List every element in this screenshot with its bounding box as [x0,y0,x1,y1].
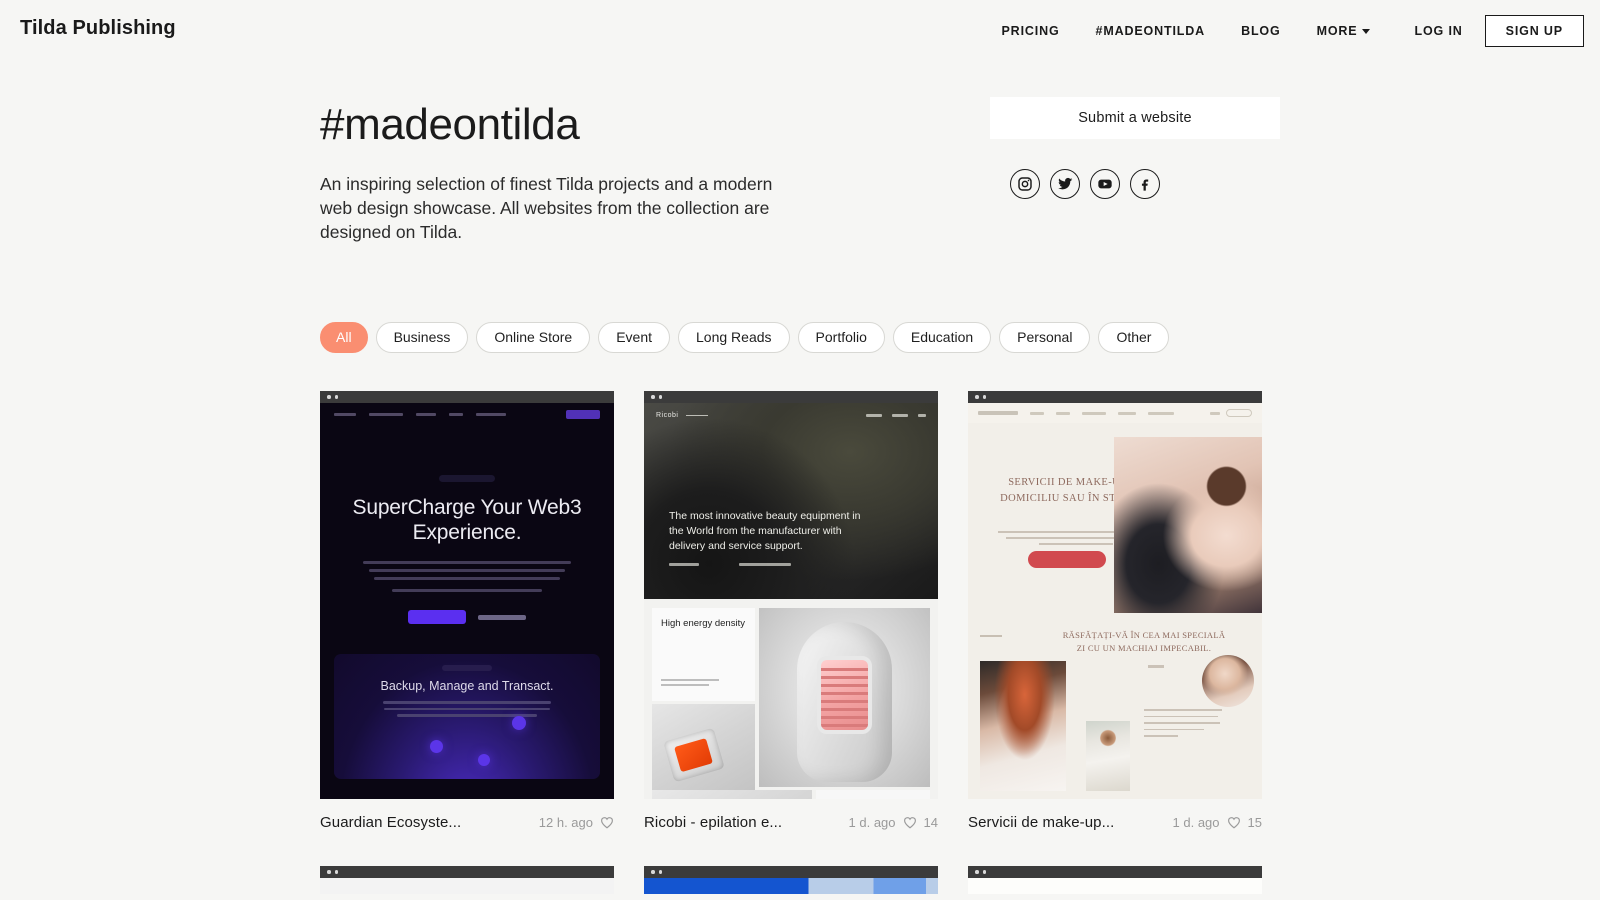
preview-feature1-label: High energy density [661,618,745,629]
page-body: #madeontilda An inspiring selection of f… [0,97,1600,894]
preview-section2-title: Backup, Manage and Transact. [380,679,554,694]
card-title: Guardian Ecosyste... [320,814,462,831]
card-title: Servicii de make-up... [968,814,1115,831]
browser-chrome-bar [644,391,938,403]
project-grid: SuperCharge Your Web3 Experience. Backup… [320,391,1280,831]
preview-feature-1: High energy density [652,608,755,701]
browser-chrome-bar [644,866,938,878]
filter-portfolio[interactable]: Portfolio [797,322,885,353]
card-meta: Ricobi - epilation e... 1 d. ago 14 [644,814,938,831]
card-timestamp: 1 d. ago [1172,815,1220,830]
project-card[interactable]: SuperCharge Your Web3 Experience. Backup… [320,391,614,831]
hero-section: #madeontilda An inspiring selection of f… [320,97,1280,297]
card-meta: Guardian Ecosyste... 12 h. ago [320,814,614,831]
submit-website-button[interactable]: Submit a website [990,97,1280,139]
filter-all[interactable]: All [320,322,368,353]
card-timestamp: 1 d. ago [848,815,896,830]
content-container: #madeontilda An inspiring selection of f… [320,97,1280,894]
nav-item-pricing[interactable]: PRICING [984,14,1078,48]
login-link[interactable]: LOG IN [1388,14,1484,48]
card-title: Ricobi - epilation e... [644,814,783,831]
card-stats: 12 h. ago [539,815,614,830]
project-screenshot: Ricobi The most innovative beauty equipm… [644,403,938,799]
project-screenshot: SuperCharge Your Web3 Experience. Backup… [320,403,614,799]
browser-chrome-bar [320,391,614,403]
signup-button[interactable]: SIGN UP [1484,15,1584,47]
heart-icon[interactable] [903,816,917,829]
chevron-down-icon [1362,29,1371,34]
preview-headline: SuperCharge Your Web3 Experience. [352,496,582,544]
browser-chrome-bar [320,866,614,878]
social-links [1010,169,1160,199]
filter-online-store[interactable]: Online Store [476,322,591,353]
main-nav: PRICING #MADEONTILDA BLOG MORE LOG IN SI… [984,14,1584,48]
top-navigation-bar: Tilda Publishing PRICING #MADEONTILDA BL… [0,0,1600,62]
nav-item-madeontilda[interactable]: #MADEONTILDA [1078,14,1224,48]
project-thumbnail[interactable]: SERVICII DE MAKE-UP LA DOMICILIU SAU ÎN … [968,391,1262,799]
card-timestamp: 12 h. ago [538,815,593,830]
preview-nav [968,403,1262,423]
filter-event[interactable]: Event [598,322,671,353]
card-meta: Servicii de make-up... 1 d. ago 15 [968,814,1262,831]
project-card[interactable]: Ricobi The most innovative beauty equipm… [644,391,938,831]
nav-item-blog[interactable]: BLOG [1223,14,1299,48]
project-screenshot: SERVICII DE MAKE-UP LA DOMICILIU SAU ÎN … [968,403,1262,799]
preview-panel: Backup, Manage and Transact. [334,654,600,780]
category-filters: All Business Online Store Event Long Rea… [320,322,1280,353]
filter-business[interactable]: Business [375,322,469,353]
filter-other[interactable]: Other [1098,322,1170,353]
filter-long-reads[interactable]: Long Reads [678,322,790,353]
project-card[interactable]: SERVICII DE MAKE-UP LA DOMICILIU SAU ÎN … [968,391,1262,831]
project-thumbnail[interactable]: Ricobi The most innovative beauty equipm… [644,391,938,799]
filter-personal[interactable]: Personal [999,322,1091,353]
browser-chrome-bar [968,391,1262,403]
brand-logo[interactable]: Tilda Publishing [20,17,176,40]
preview-feature2-label: Adjustable % tip cooling [824,798,930,799]
project-thumbnail[interactable] [320,866,614,894]
nav-item-more[interactable]: MORE [1299,14,1389,48]
preview-nav [320,403,614,425]
twitter-icon[interactable] [1050,169,1080,199]
like-count: 15 [1247,815,1262,830]
heart-icon[interactable] [1227,816,1241,829]
like-count: 14 [923,815,938,830]
youtube-icon[interactable] [1090,169,1120,199]
filter-education[interactable]: Education [892,322,992,353]
page-description: An inspiring selection of finest Tilda p… [320,174,773,242]
nav-item-more-label: MORE [1316,24,1358,38]
project-grid-next-row [320,866,1280,894]
browser-chrome-bar [968,866,1262,878]
preview-headline: The most innovative beauty equipment in … [669,510,861,552]
project-thumbnail[interactable] [968,866,1262,894]
hero-actions: Submit a website [990,97,1280,199]
heart-icon[interactable] [600,816,614,829]
preview-feature-2: Adjustable % tip cooling [816,790,930,799]
card-stats: 1 d. ago 14 [849,815,938,830]
project-thumbnail[interactable] [644,866,938,894]
instagram-icon[interactable] [1010,169,1040,199]
project-thumbnail[interactable]: SuperCharge Your Web3 Experience. Backup… [320,391,614,799]
preview-nav: Ricobi [644,403,938,428]
card-stats: 1 d. ago 15 [1173,815,1262,830]
preview-section2-title: RĂSFĂȚAȚI-VĂ ÎN CEA MAI SPECIALĂ ZI CU U… [1062,630,1226,654]
facebook-icon[interactable] [1130,169,1160,199]
